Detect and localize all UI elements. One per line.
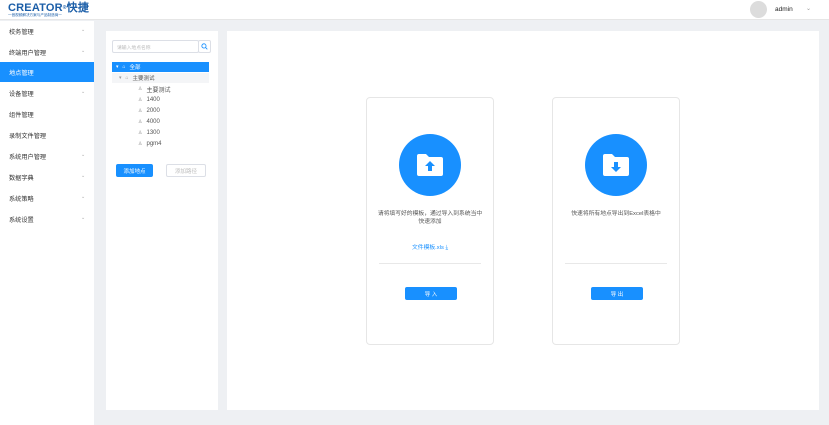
location-icon: ♙: [138, 119, 143, 125]
import-button[interactable]: 导 入: [405, 287, 457, 300]
building-icon: ⌂: [122, 64, 126, 70]
sidebar-item-label: 数据字典: [9, 174, 34, 182]
import-description: 请将填写好的模板，通过导入到系统当中快速添加: [377, 211, 483, 225]
folder-upload-icon: [399, 134, 461, 196]
tree-leaf[interactable]: ♙ 1400: [138, 95, 160, 105]
sidebar-item-label: 系统用户管理: [9, 153, 47, 161]
sidebar-item-label: 校务管理: [9, 28, 34, 36]
tree-node-label: 4000: [146, 119, 160, 125]
search-icon: [201, 43, 208, 50]
sidebar-item-label: 地点管理: [9, 69, 34, 77]
tree-leaf[interactable]: ♙ 4000: [138, 117, 160, 127]
sidebar-item-school-affairs[interactable]: 校务管理 ⌄: [0, 21, 94, 41]
tree-node-label: pgm4: [146, 141, 162, 147]
logo-cn-text: 快捷: [66, 2, 90, 14]
export-button[interactable]: 导 出: [591, 287, 643, 300]
sidebar-item-label: 系统设置: [9, 216, 34, 224]
caret-down-icon: ▾: [119, 75, 122, 81]
chevron-down-icon: ⌄: [81, 48, 86, 54]
tree-node-label: 2000: [146, 108, 160, 114]
location-icon: ♙: [138, 141, 143, 147]
location-icon: ♙: [138, 86, 143, 92]
sidebar-item-locations[interactable]: 地点管理: [0, 62, 94, 82]
sidebar-item-devices[interactable]: 设备管理 ⌄: [0, 83, 94, 103]
main-content: 请将填写好的模板，通过导入到系统当中快速添加 文件模板.xls ⤓ 导 入 快速…: [227, 31, 819, 410]
sidebar-item-policies[interactable]: 系统策略 ⌄: [0, 188, 94, 208]
avatar[interactable]: [750, 1, 767, 18]
chevron-down-icon: ⌄: [81, 194, 86, 200]
tree-node-label: 1400: [146, 97, 160, 103]
search-input[interactable]: 请输入地点名称: [112, 40, 199, 53]
location-icon: ♙: [138, 108, 143, 114]
sidebar-item-recordings[interactable]: 录制文件管理: [0, 125, 94, 145]
chevron-down-icon: ⌄: [81, 89, 86, 95]
sidebar-item-label: 组件管理: [9, 111, 34, 119]
location-icon: ♙: [138, 97, 143, 103]
tree-node-group[interactable]: ▾ ⌂ 主要测试: [112, 73, 209, 83]
chevron-down-icon: ⌄: [81, 27, 86, 33]
tree-leaf[interactable]: ♙ 1300: [138, 128, 160, 138]
divider: [379, 263, 481, 264]
tree-node-label: 主要测试: [146, 87, 171, 94]
building-icon: ⌂: [125, 75, 129, 81]
export-description: 快速将所有地点导出到Excel表格中: [571, 211, 661, 217]
tree-node-label: 1300: [146, 130, 160, 136]
sidebar-item-settings[interactable]: 系统设置 ⌄: [0, 209, 94, 229]
sidebar-item-dictionary[interactable]: 数据字典 ⌄: [0, 167, 94, 187]
import-card: 请将填写好的模板，通过导入到系统当中快速添加 文件模板.xls ⤓ 导 入: [366, 97, 494, 345]
location-icon: ♙: [138, 130, 143, 136]
sidebar-item-label: 系统策略: [9, 195, 34, 203]
sidebar-item-label: 终端用户管理: [9, 49, 47, 57]
tree-node-label: 全部: [129, 65, 141, 71]
sidebar-item-system-users[interactable]: 系统用户管理 ⌄: [0, 146, 94, 166]
sidebar-item-label: 设备管理: [9, 90, 34, 98]
add-path-button[interactable]: 添加路径: [166, 164, 206, 177]
tree-node-label: 主要测试: [132, 76, 155, 82]
chevron-down-icon[interactable]: ⌄: [806, 5, 811, 12]
top-header: CREATOR®快捷 一音视频解决方案与产品制造商一 admin ⌄: [0, 0, 829, 20]
sidebar-item-label: 录制文件管理: [9, 132, 47, 140]
sidebar-item-components[interactable]: 组件管理: [0, 104, 94, 124]
divider: [565, 263, 667, 264]
tree-leaf[interactable]: ♙ pgm4: [138, 139, 162, 149]
location-tree-panel: 请输入地点名称 ▾ ⌂ 全部 ▾ ⌂ 主要测试 ♙ 主要测试 ♙ 1400 ♙ …: [106, 31, 218, 410]
template-download-link[interactable]: 文件模板.xls ⤓: [367, 242, 493, 252]
sidebar-item-terminal-users[interactable]: 终端用户管理 ⌄: [0, 42, 94, 62]
add-location-button[interactable]: 添加地点: [116, 164, 153, 177]
tree-leaf[interactable]: ♙ 2000: [138, 106, 160, 116]
export-card: 快速将所有地点导出到Excel表格中 导 出: [552, 97, 680, 345]
chevron-down-icon: ⌄: [81, 173, 86, 179]
chevron-down-icon: ⌄: [81, 152, 86, 158]
tree-leaf[interactable]: ♙ 主要测试: [138, 84, 171, 94]
tree-node-root[interactable]: ▾ ⌂ 全部: [112, 62, 209, 72]
caret-down-icon: ▾: [116, 64, 119, 70]
chevron-down-icon: ⌄: [81, 215, 86, 221]
folder-download-icon: [585, 134, 647, 196]
logo[interactable]: CREATOR®快捷 一音视频解决方案与产品制造商一: [8, 3, 89, 18]
search-button[interactable]: [198, 40, 211, 53]
sidebar: 校务管理 ⌄ 终端用户管理 ⌄ 地点管理 设备管理 ⌄ 组件管理 录制文件管理 …: [0, 21, 94, 425]
user-name[interactable]: admin: [775, 6, 793, 13]
